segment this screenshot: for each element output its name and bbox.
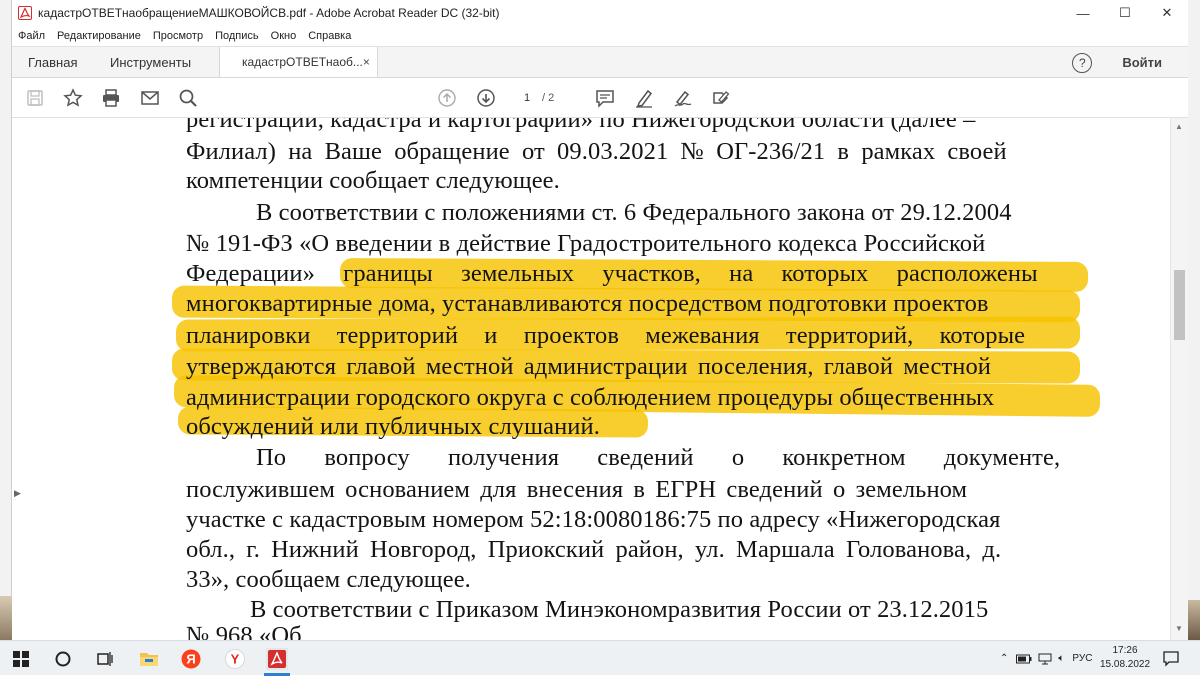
minimize-button[interactable]: —	[1062, 0, 1104, 26]
window-title: кадастрОТВЕТнаобращениеМАШКОВОЙСВ.pdf - …	[38, 6, 500, 20]
doc-line: обл., г. Нижний Новгород, Приокский райо…	[186, 536, 1002, 563]
email-icon[interactable]	[139, 87, 161, 109]
tab-home[interactable]: Главная	[12, 47, 94, 77]
photo-border-left	[0, 0, 12, 640]
maximize-icon: ☐	[1119, 5, 1131, 20]
doc-line: № 968 «Об	[186, 622, 302, 640]
svg-text:Я: Я	[186, 652, 195, 667]
menu-window[interactable]: Окно	[271, 30, 297, 42]
doc-line: участке с кадастровым номером 52:18:0080…	[186, 506, 1001, 533]
print-icon[interactable]	[100, 87, 122, 109]
volume-icon[interactable]: 🔈︎	[1058, 653, 1064, 664]
menu-edit[interactable]: Редактирование	[57, 30, 141, 42]
document-view[interactable]: ▶ регистрации, кадастра и картографии» п…	[12, 118, 1170, 640]
highlight-pen-icon[interactable]	[633, 87, 655, 109]
yandex-browser-icon[interactable]: Y	[224, 648, 246, 670]
notifications-icon[interactable]	[1162, 649, 1180, 672]
fill-sign-icon[interactable]	[710, 87, 732, 109]
sign-in-button[interactable]: Войти	[1110, 47, 1188, 77]
menu-view[interactable]: Просмотр	[153, 30, 203, 42]
network-icon[interactable]	[1038, 653, 1052, 665]
maximize-button[interactable]: ☐	[1104, 0, 1146, 26]
doc-line: утверждаются главой местной администраци…	[186, 353, 992, 380]
page-down-icon[interactable]	[475, 87, 497, 109]
close-window-button[interactable]: ✕	[1146, 0, 1188, 26]
doc-line: По вопросу получения сведений о конкретн…	[256, 444, 1061, 471]
help-icon[interactable]: ?	[1072, 53, 1093, 73]
doc-line: планировки территорий и проектов межеван…	[186, 322, 1026, 349]
taskbar: Я Y ⌃ 🔈︎ РУС 17:26 15.08.2022	[0, 640, 1200, 676]
doc-line: администрации городского округа с соблюд…	[186, 384, 995, 411]
tab-bar: Главная Инструменты кадастрОТВЕТнаоб... …	[12, 46, 1188, 78]
windows-start-icon[interactable]	[10, 648, 32, 670]
file-explorer-icon[interactable]	[138, 648, 160, 670]
minimize-icon: —	[1076, 5, 1090, 21]
doc-line: 33», сообщаем следующее.	[186, 566, 471, 593]
menu-bar: Файл Редактирование Просмотр Подпись Окн…	[12, 26, 1188, 46]
menu-sign[interactable]: Подпись	[215, 30, 259, 42]
battery-icon[interactable]	[1016, 654, 1032, 664]
toolbar: 1 / 2	[12, 78, 1188, 118]
photo-border-right	[1188, 0, 1200, 640]
page-total: / 2	[542, 92, 555, 104]
scroll-down-icon[interactable]: ▼	[1175, 624, 1183, 633]
left-panel-toggle-icon[interactable]: ▶	[14, 488, 21, 499]
tab-document-label: кадастрОТВЕТнаоб...	[242, 55, 363, 69]
doc-line: № 191-ФЗ «О введении в действие Градостр…	[186, 230, 986, 257]
tab-document[interactable]: кадастрОТВЕТнаоб... ×	[220, 47, 378, 77]
photo-border-left-bottom	[0, 596, 12, 640]
doc-line: обсуждений или публичных слушаний.	[186, 413, 600, 440]
scroll-up-icon[interactable]: ▲	[1175, 122, 1183, 131]
clock-date: 15.08.2022	[1100, 659, 1151, 670]
bookmark-star-icon[interactable]	[62, 87, 84, 109]
clock[interactable]: 17:26 15.08.2022	[1100, 644, 1150, 672]
yandex-icon[interactable]: Я	[180, 648, 202, 670]
system-tray: ⌃ 🔈︎ РУС	[1000, 641, 1092, 676]
search-icon[interactable]	[177, 87, 199, 109]
acrobat-icon[interactable]	[266, 648, 288, 670]
doc-line: Филиал) на Ваше обращение от 09.03.2021 …	[186, 138, 1007, 165]
tab-close-icon[interactable]: ×	[363, 55, 370, 69]
close-icon: ✕	[1161, 5, 1173, 20]
svg-text:Y: Y	[231, 652, 240, 667]
menu-file[interactable]: Файл	[18, 30, 45, 42]
page-number-input[interactable]: 1	[514, 88, 540, 108]
doc-line: Федерации» границы земельных участков, н…	[186, 260, 1038, 287]
language-indicator[interactable]: РУС	[1072, 653, 1092, 664]
doc-line: В соответствии с Приказом Минэкономразви…	[250, 596, 989, 623]
tray-chevron-icon[interactable]: ⌃	[1000, 653, 1008, 664]
doc-line: В соответствии с положениями ст. 6 Федер…	[256, 199, 1012, 226]
doc-line: регистрации, кадастра и картографии» по …	[186, 118, 976, 133]
acrobat-window: кадастрОТВЕТнаобращениеМАШКОВОЙСВ.pdf - …	[12, 0, 1188, 640]
doc-line: многоквартирные дома, устанавливаются по…	[186, 290, 989, 317]
menu-help[interactable]: Справка	[308, 30, 351, 42]
cortana-icon[interactable]	[52, 648, 74, 670]
clock-time: 17:26	[1112, 645, 1138, 656]
save-icon[interactable]	[24, 87, 46, 109]
task-view-icon[interactable]	[94, 648, 116, 670]
photo-border-right-bottom	[1188, 600, 1200, 640]
comment-icon[interactable]	[594, 87, 616, 109]
doc-line: компетенции сообщает следующее.	[186, 167, 560, 194]
acrobat-app-icon	[18, 6, 32, 20]
sign-icon[interactable]	[672, 87, 694, 109]
tab-tools[interactable]: Инструменты	[94, 47, 220, 77]
page-up-icon[interactable]	[436, 87, 458, 109]
doc-line: послужившем основанием для внесения в ЕГ…	[186, 476, 968, 503]
title-bar: кадастрОТВЕТнаобращениеМАШКОВОЙСВ.pdf - …	[12, 0, 1188, 26]
scroll-thumb[interactable]	[1174, 270, 1185, 340]
vertical-scrollbar[interactable]: ▲ ▼	[1170, 118, 1188, 640]
